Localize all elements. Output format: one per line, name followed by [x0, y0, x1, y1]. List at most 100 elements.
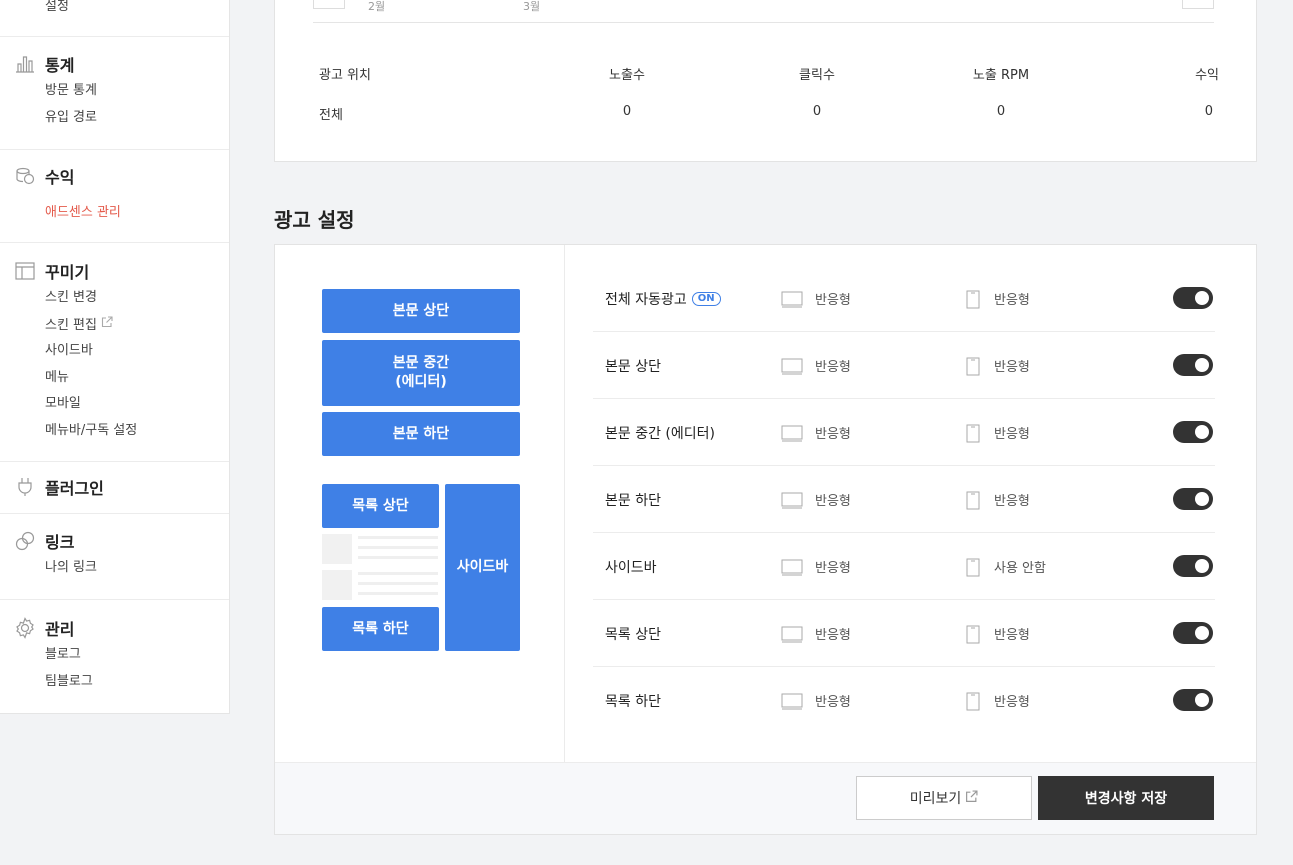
- mobile-icon: [966, 558, 980, 581]
- desktop-icon: [781, 358, 803, 379]
- skin-edit-label: 스킨 편집: [45, 317, 97, 333]
- save-button[interactable]: 변경사항 저장: [1038, 776, 1214, 820]
- chart-nav-right-box: [1182, 0, 1214, 9]
- toggle-knob: [1195, 693, 1209, 707]
- sidebar-item-settings[interactable]: 설정: [0, 0, 69, 21]
- list-line-placeholder: [358, 546, 438, 549]
- ad-row-name: 전체 자동광고 ON: [605, 289, 721, 309]
- mobile-ad-type[interactable]: 반응형: [994, 289, 1030, 308]
- ad-enable-toggle[interactable]: [1173, 287, 1213, 309]
- plugin-title[interactable]: 플러그인: [45, 475, 104, 499]
- sidebar: 설정 통계 방문 통계 유입 경로 수익 애드센스 관리 꾸미기 스킨 변경 스…: [0, 0, 230, 714]
- ad-enable-toggle[interactable]: [1173, 622, 1213, 644]
- link-section: 링크 나의 링크: [0, 514, 229, 600]
- list-line-placeholder: [358, 592, 438, 595]
- ad-enable-toggle[interactable]: [1173, 689, 1213, 711]
- sidebar-item-team-blog[interactable]: 팀블로그: [0, 669, 229, 696]
- link-title[interactable]: 링크: [45, 529, 74, 553]
- preview-body-bottom-label: 본문 하단: [392, 425, 450, 442]
- sidebar-item-mobile[interactable]: 모바일: [0, 391, 229, 418]
- table-header-row: 광고 위치 노출수 클릭수 노출 RPM 수익: [319, 64, 1219, 84]
- list-item: 본문 중간 (에디터) 반응형 반응형: [593, 399, 1215, 466]
- list-item: 목록 상단 반응형 반응형: [593, 600, 1215, 667]
- list-item: 전체 자동광고 ON 반응형 반응형: [593, 265, 1215, 332]
- ad-row-name: 본문 중간 (에디터): [605, 426, 715, 442]
- cell-position: 전체: [319, 108, 343, 123]
- col-revenue: 수익: [1195, 68, 1219, 83]
- mobile-ad-type[interactable]: 반응형: [994, 490, 1030, 509]
- mobile-ad-type[interactable]: 반응형: [994, 356, 1030, 375]
- cell-clicks: 0: [812, 104, 822, 119]
- list-item: 본문 하단 반응형 반응형: [593, 466, 1215, 533]
- desktop-icon: [781, 626, 803, 647]
- table-row: 전체 0 0 0 0: [319, 104, 1214, 124]
- mobile-icon: [966, 692, 980, 715]
- preview-body-top[interactable]: 본문 상단: [322, 289, 520, 333]
- pc-ad-type[interactable]: 반응형: [815, 691, 851, 710]
- pc-ad-type[interactable]: 반응형: [815, 557, 851, 576]
- sidebar-item-referrer[interactable]: 유입 경로: [0, 105, 229, 132]
- pc-ad-type[interactable]: 반응형: [815, 490, 851, 509]
- mobile-ad-type[interactable]: 반응형: [994, 691, 1030, 710]
- toggle-knob: [1195, 425, 1209, 439]
- mobile-icon: [966, 625, 980, 648]
- sidebar-item-blog[interactable]: 블로그: [0, 642, 229, 669]
- list-line-placeholder: [358, 582, 438, 585]
- pc-ad-type[interactable]: 반응형: [815, 423, 851, 442]
- preview-list-bottom[interactable]: 목록 하단: [322, 607, 439, 651]
- mobile-ad-type[interactable]: 반응형: [994, 423, 1030, 442]
- sidebar-item-visit-stats[interactable]: 방문 통계: [0, 78, 229, 105]
- desktop-icon: [781, 559, 803, 580]
- toggle-knob: [1195, 492, 1209, 506]
- sidebar-item-my-link[interactable]: 나의 링크: [0, 555, 229, 582]
- ad-position-preview: 본문 상단 본문 중간 (에디터) 본문 하단 목록 상단 목록 하단 사이드바: [275, 245, 565, 762]
- preview-list-top-label: 목록 상단: [352, 497, 409, 514]
- ad-row-name: 본문 하단: [605, 493, 661, 509]
- mobile-ad-type[interactable]: 사용 안함: [994, 557, 1046, 576]
- pc-ad-type[interactable]: 반응형: [815, 624, 851, 643]
- mobile-ad-type[interactable]: 반응형: [994, 624, 1030, 643]
- sidebar-item-menubar[interactable]: 메뉴바/구독 설정: [0, 418, 229, 445]
- sidebar-item-skin-edit[interactable]: 스킨 편집: [0, 312, 229, 339]
- ad-enable-toggle[interactable]: [1173, 354, 1213, 376]
- manage-section: 관리 블로그 팀블로그: [0, 600, 229, 713]
- sidebar-item-skin-change[interactable]: 스킨 변경: [0, 285, 229, 312]
- sidebar-item-adsense[interactable]: 애드센스 관리: [0, 200, 229, 227]
- preview-body-top-label: 본문 상단: [392, 302, 450, 319]
- preview-body-middle[interactable]: 본문 중간 (에디터): [322, 340, 520, 406]
- list-line-placeholder: [358, 536, 438, 539]
- mobile-icon: [966, 290, 980, 313]
- preview-button[interactable]: 미리보기: [856, 776, 1032, 820]
- stats-section: 통계 방문 통계 유입 경로: [0, 37, 229, 150]
- ad-row-name: 사이드바: [605, 560, 657, 576]
- preview-sidebar-label: 사이드바: [456, 559, 509, 575]
- ad-enable-toggle[interactable]: [1173, 488, 1213, 510]
- list-thumb-placeholder: [322, 570, 352, 600]
- pc-ad-type[interactable]: 반응형: [815, 356, 851, 375]
- revenue-title[interactable]: 수익: [45, 164, 74, 188]
- ad-enable-toggle[interactable]: [1173, 555, 1213, 577]
- plug-icon: [14, 476, 36, 498]
- mobile-icon: [966, 424, 980, 447]
- cell-revenue: 0: [1204, 104, 1213, 119]
- mobile-icon: [966, 357, 980, 380]
- manage-title[interactable]: 관리: [45, 616, 74, 640]
- stats-title[interactable]: 통계: [45, 52, 74, 76]
- toggle-knob: [1195, 358, 1209, 372]
- preview-body-middle-label: 본문 중간: [392, 355, 450, 371]
- decorate-title[interactable]: 꾸미기: [45, 259, 89, 283]
- on-badge: ON: [691, 292, 721, 306]
- preview-sidebar[interactable]: 사이드바: [445, 484, 520, 651]
- desktop-icon: [781, 291, 803, 312]
- preview-body-bottom[interactable]: 본문 하단: [322, 412, 520, 456]
- pc-ad-type[interactable]: 반응형: [815, 289, 851, 308]
- ad-enable-toggle[interactable]: [1173, 421, 1213, 443]
- list-line-placeholder: [358, 556, 438, 559]
- sidebar-item-menu[interactable]: 메뉴: [0, 365, 229, 392]
- external-link-icon: [965, 789, 978, 807]
- mobile-icon: [966, 491, 980, 514]
- ad-row-name: 본문 상단: [605, 359, 661, 375]
- sidebar-item-sidebar[interactable]: 사이드바: [0, 338, 229, 365]
- col-rpm: 노출 RPM: [972, 68, 1030, 83]
- preview-list-top[interactable]: 목록 상단: [322, 484, 439, 528]
